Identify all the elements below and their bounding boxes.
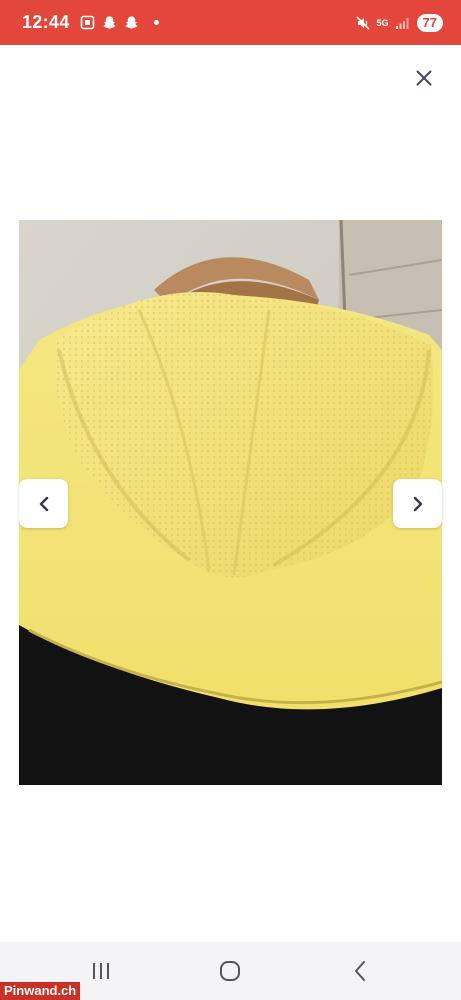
snapchat-icon: [102, 15, 118, 31]
recents-icon: [93, 963, 109, 979]
snapchat-icon: [124, 15, 140, 31]
signal-icon: [395, 15, 411, 31]
close-icon: [416, 70, 432, 86]
product-photo: [19, 220, 442, 785]
watermark-label: Pinwand.ch: [0, 982, 81, 1000]
status-system-icons: 5G 77: [355, 13, 443, 32]
status-time: 12:44: [22, 12, 70, 32]
screenshot-icon: [80, 15, 96, 31]
home-button[interactable]: [200, 942, 260, 1000]
previous-image-button[interactable]: [19, 479, 68, 528]
close-button[interactable]: [408, 62, 440, 94]
battery-level: 77: [416, 13, 443, 32]
home-icon: [220, 961, 240, 981]
chevron-left-icon: [39, 496, 48, 511]
status-bar: 12:44 5G 77: [0, 0, 461, 45]
next-image-button[interactable]: [393, 479, 442, 528]
mute-icon: [355, 15, 371, 31]
back-icon: [355, 961, 365, 981]
chevron-right-icon: [413, 496, 422, 511]
more-notifications-dot: [153, 20, 159, 25]
status-notification-icons: [80, 15, 159, 31]
back-button[interactable]: [330, 942, 390, 1000]
network-type-label: 5G: [376, 17, 389, 28]
